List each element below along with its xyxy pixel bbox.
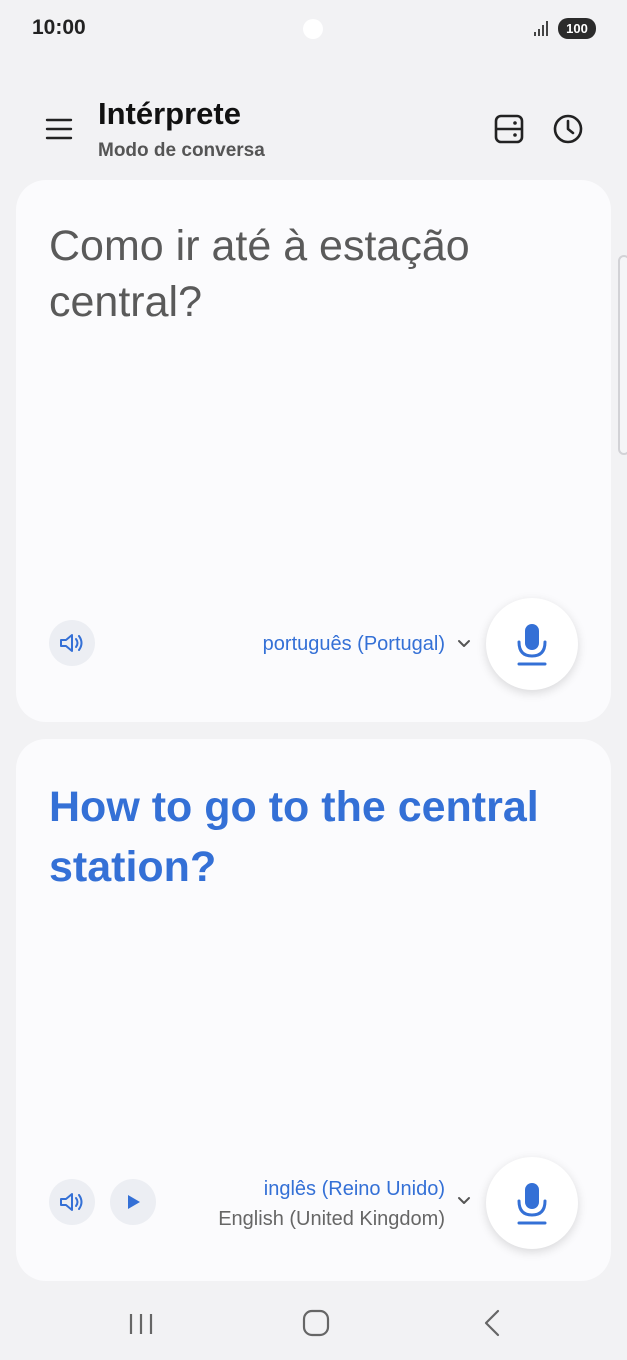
- target-text[interactable]: How to go to the central station?: [49, 777, 569, 897]
- scroll-handle[interactable]: [618, 255, 627, 455]
- chevron-down-icon[interactable]: [456, 1195, 472, 1207]
- microphone-icon: [517, 624, 547, 666]
- target-mic-button[interactable]: [486, 1157, 578, 1249]
- source-card: Como ir até à estação central? português…: [16, 180, 611, 722]
- status-time: 10:00: [32, 16, 86, 39]
- hamburger-menu-icon[interactable]: [44, 114, 74, 144]
- target-play-button[interactable]: [110, 1179, 156, 1225]
- home-icon[interactable]: [301, 1308, 331, 1338]
- split-layout-icon[interactable]: [492, 112, 526, 146]
- status-bar: 10:00 100: [0, 0, 627, 58]
- source-language-selector[interactable]: português (Portugal): [263, 633, 445, 656]
- system-nav-bar: [0, 1290, 627, 1360]
- target-language-native: English (United Kingdom): [218, 1208, 445, 1230]
- target-card: How to go to the central station? inglês…: [16, 739, 611, 1281]
- play-icon: [128, 1195, 140, 1209]
- app-header: Intérprete Modo de conversa: [0, 90, 627, 170]
- target-language-selector[interactable]: inglês (Reino Unido): [264, 1178, 445, 1201]
- battery-badge: 100: [558, 18, 596, 39]
- speaker-icon: [60, 1193, 83, 1211]
- page-title: Intérprete: [98, 96, 241, 131]
- back-icon[interactable]: [480, 1308, 504, 1338]
- chevron-down-icon[interactable]: [456, 638, 472, 650]
- camera-cutout: [303, 19, 323, 39]
- recent-apps-icon[interactable]: [126, 1310, 156, 1338]
- microphone-icon: [517, 1183, 547, 1225]
- signal-icon: [534, 21, 548, 36]
- page-subtitle: Modo de conversa: [98, 140, 265, 161]
- source-mic-button[interactable]: [486, 598, 578, 690]
- target-speaker-button[interactable]: [49, 1179, 95, 1225]
- speaker-icon: [60, 634, 83, 652]
- source-text[interactable]: Como ir até à estação central?: [49, 218, 569, 330]
- history-clock-icon[interactable]: [551, 112, 585, 146]
- source-speaker-button[interactable]: [49, 620, 95, 666]
